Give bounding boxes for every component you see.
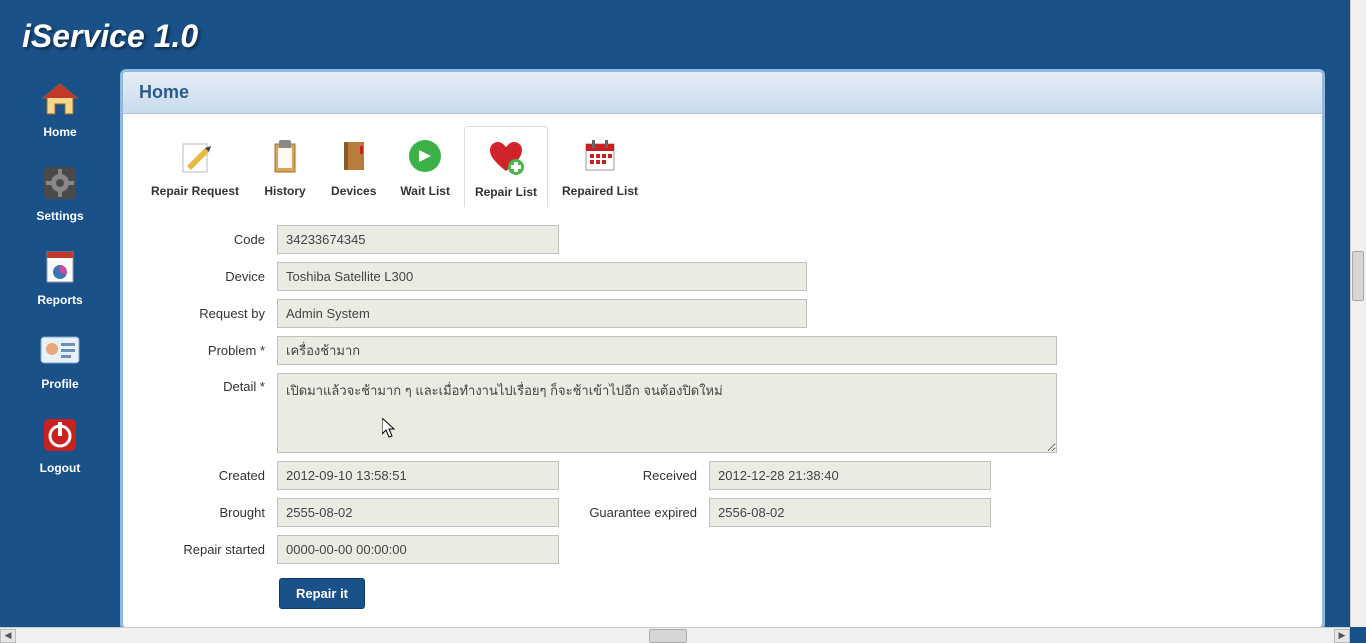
vertical-scrollbar[interactable]: [1350, 0, 1366, 627]
heart-plus-icon: [484, 135, 528, 179]
sidebar-item-label: Profile: [41, 377, 78, 391]
sidebar-item-reports[interactable]: Reports: [37, 245, 82, 307]
device-field[interactable]: [277, 262, 807, 291]
detail-field[interactable]: [277, 373, 1057, 453]
sidebar-item-label: Reports: [37, 293, 82, 307]
sidebar-item-label: Logout: [40, 461, 81, 475]
toolbar: Repair Request History Devices Wait List: [123, 114, 1322, 207]
tab-label: Repair Request: [151, 184, 239, 198]
profile-icon: [38, 329, 82, 373]
repair-it-button[interactable]: Repair it: [279, 578, 365, 609]
guarantee-field[interactable]: [709, 498, 991, 527]
label-code: Code: [147, 232, 277, 247]
received-field[interactable]: [709, 461, 991, 490]
label-device: Device: [147, 269, 277, 284]
horizontal-scrollbar[interactable]: ◀ ▶: [0, 627, 1350, 643]
tab-devices[interactable]: Devices: [321, 126, 386, 207]
main-panel: Home Repair Request History Devices: [120, 69, 1325, 630]
tab-label: Repair List: [475, 185, 537, 199]
problem-field[interactable]: [277, 336, 1057, 365]
panel-header: Home: [123, 72, 1322, 114]
label-repair-started: Repair started: [147, 542, 277, 557]
sidebar-item-label: Home: [43, 125, 76, 139]
code-field[interactable]: [277, 225, 559, 254]
label-problem: Problem *: [147, 343, 277, 358]
sidebar-item-label: Settings: [36, 209, 83, 223]
edit-icon: [173, 134, 217, 178]
arrow-right-icon: [403, 134, 447, 178]
label-created: Created: [147, 468, 277, 483]
tab-repair-request[interactable]: Repair Request: [141, 126, 249, 207]
home-icon: [38, 77, 82, 121]
form-area: Code Device Request by Problem *: [123, 207, 1322, 627]
sidebar-item-logout[interactable]: Logout: [38, 413, 82, 475]
tab-wait-list[interactable]: Wait List: [390, 126, 460, 207]
repair-started-field[interactable]: [277, 535, 559, 564]
created-field[interactable]: [277, 461, 559, 490]
label-brought: Brought: [147, 505, 277, 520]
tab-history[interactable]: History: [253, 126, 317, 207]
scroll-left-icon[interactable]: ◀: [0, 629, 16, 643]
tab-label: History: [264, 184, 305, 198]
label-request-by: Request by: [147, 306, 277, 321]
brought-field[interactable]: [277, 498, 559, 527]
label-guarantee: Guarantee expired: [579, 505, 709, 520]
sidebar-item-settings[interactable]: Settings: [36, 161, 83, 223]
tab-label: Wait List: [400, 184, 450, 198]
page-title: Home: [139, 82, 1306, 103]
tab-repaired-list[interactable]: Repaired List: [552, 126, 648, 207]
sidebar-item-profile[interactable]: Profile: [38, 329, 82, 391]
scroll-right-icon[interactable]: ▶: [1334, 629, 1350, 643]
sidebar-item-home[interactable]: Home: [38, 77, 82, 139]
tab-label: Repaired List: [562, 184, 638, 198]
scroll-track[interactable]: [16, 629, 1334, 643]
clipboard-icon: [263, 134, 307, 178]
calendar-icon: [578, 134, 622, 178]
gear-icon: [38, 161, 82, 205]
app-title: iService 1.0: [0, 0, 1366, 69]
label-received: Received: [579, 468, 709, 483]
report-icon: [38, 245, 82, 289]
scroll-thumb-vertical[interactable]: [1352, 251, 1364, 301]
tab-label: Devices: [331, 184, 376, 198]
tab-repair-list[interactable]: Repair List: [464, 126, 548, 207]
power-icon: [38, 413, 82, 457]
book-icon: [332, 134, 376, 178]
sidebar: Home Settings Reports Profile Logout: [0, 69, 120, 475]
scroll-thumb[interactable]: [649, 629, 687, 643]
request-by-field[interactable]: [277, 299, 807, 328]
label-detail: Detail *: [147, 373, 277, 394]
